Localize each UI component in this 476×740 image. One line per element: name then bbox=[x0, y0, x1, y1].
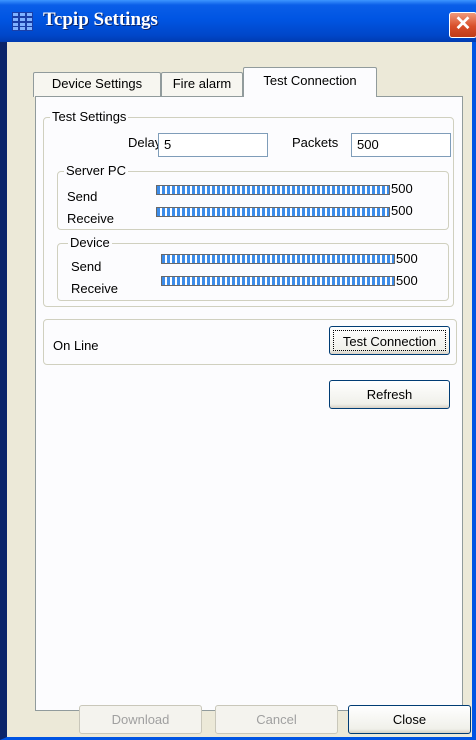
test-settings-label: Test Settings bbox=[50, 109, 129, 124]
server-receive-label: Receive bbox=[67, 211, 114, 226]
tab-label: Test Connection bbox=[263, 73, 357, 88]
close-icon: ✕ bbox=[454, 13, 472, 35]
status-text: On Line bbox=[53, 338, 99, 353]
test-connection-button[interactable]: Test Connection bbox=[329, 326, 450, 355]
tab-label: Device Settings bbox=[51, 76, 143, 91]
close-button[interactable]: Close bbox=[348, 705, 471, 734]
window-title: Tcpip Settings bbox=[43, 9, 158, 30]
server-receive-progress bbox=[156, 207, 390, 217]
server-receive-value: 500 bbox=[391, 203, 413, 218]
grid-app-icon bbox=[12, 12, 33, 31]
server-pc-group bbox=[57, 171, 449, 230]
tab-fire-alarm[interactable]: Fire alarm bbox=[161, 72, 243, 97]
download-button[interactable]: Download bbox=[79, 705, 202, 734]
close-window-button[interactable]: ✕ bbox=[449, 12, 476, 38]
device-receive-value: 500 bbox=[396, 273, 418, 288]
test-connection-panel: Test Settings Delay 5 Packets 500 Server… bbox=[35, 96, 463, 711]
packets-label: Packets bbox=[292, 135, 339, 150]
server-pc-label: Server PC bbox=[64, 163, 128, 178]
device-send-label: Send bbox=[71, 259, 102, 274]
title-bar[interactable]: Tcpip Settings ✕ bbox=[0, 0, 476, 42]
server-send-label: Send bbox=[67, 189, 98, 204]
tab-device-settings[interactable]: Device Settings bbox=[33, 72, 161, 97]
device-label: Device bbox=[68, 235, 112, 250]
device-receive-progress bbox=[161, 276, 395, 286]
server-send-value: 500 bbox=[391, 181, 413, 196]
device-send-value: 500 bbox=[396, 251, 418, 266]
server-send-progress bbox=[156, 185, 390, 195]
tab-label: Fire alarm bbox=[172, 76, 232, 91]
device-receive-label: Receive bbox=[71, 281, 118, 296]
refresh-button[interactable]: Refresh bbox=[329, 380, 450, 409]
cancel-button[interactable]: Cancel bbox=[215, 705, 338, 734]
packets-input[interactable]: 500 bbox=[351, 133, 451, 157]
tcpip-settings-window: Tcpip Settings ✕ Device Settings Fire al… bbox=[0, 0, 476, 740]
tab-test-connection[interactable]: Test Connection bbox=[243, 67, 377, 97]
device-send-progress bbox=[161, 254, 395, 264]
test-connection-label: Test Connection bbox=[333, 330, 446, 351]
delay-input[interactable]: 5 bbox=[158, 133, 268, 157]
delay-label: Delay bbox=[128, 135, 162, 150]
